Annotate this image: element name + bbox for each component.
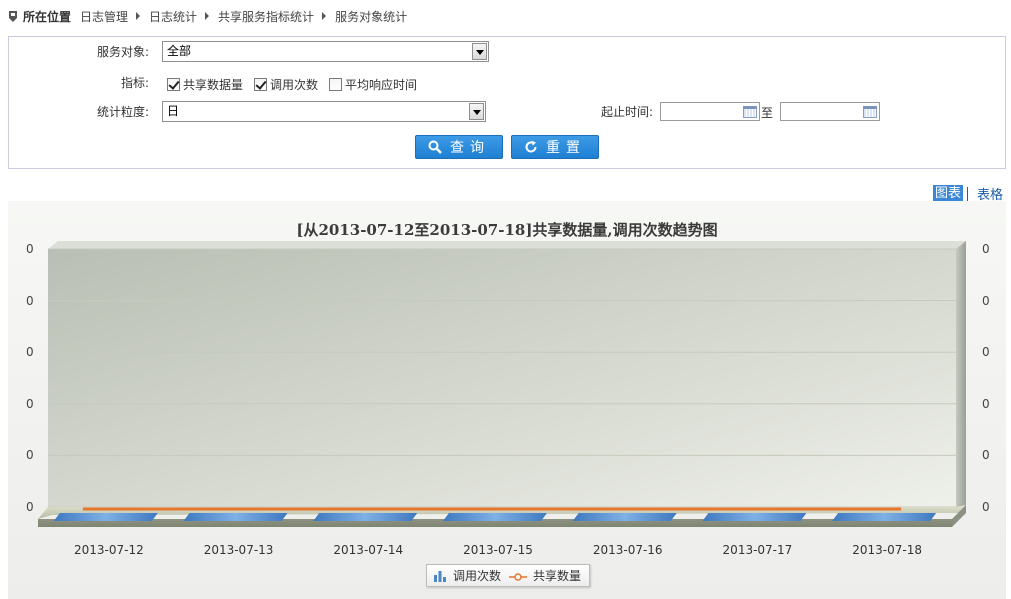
checkbox-avg-response-time[interactable] <box>329 77 343 91</box>
checkbox-shared-data-volume[interactable] <box>167 77 180 91</box>
granularity-label: 统计粒度: <box>96 105 149 119</box>
end-date-input[interactable] <box>780 102 880 121</box>
chart-top-edge <box>48 241 966 249</box>
query-button-label: 查询 <box>450 140 490 156</box>
legend-item-shared-count[interactable]: 共享数量 <box>509 567 581 584</box>
legend-label-call-count: 调用次数 <box>453 569 502 583</box>
tab-chart[interactable]: 图表 <box>932 185 963 202</box>
y-tick-label-left: 0 <box>26 293 34 308</box>
chevron-right-icon <box>322 12 327 20</box>
y-tick-label-left: 0 <box>26 500 34 514</box>
chart-canvas-3d <box>48 241 966 513</box>
checkbox-call-count[interactable] <box>254 77 268 91</box>
service-object-value: 全部 <box>167 44 192 58</box>
x-tick-label: 2013-07-14 <box>333 543 404 557</box>
indicator-avg-response-time[interactable]: 平均响应时间 <box>329 76 417 93</box>
breadcrumb-head: 所在位置 <box>23 9 72 24</box>
filter-form: 服务对象: 全部 指标: 共享数据量 调用次数 平均响应时间 统计粒度: 日 起… <box>8 36 1006 169</box>
calendar-icon[interactable] <box>743 106 757 118</box>
calendar-icon[interactable] <box>863 106 877 118</box>
indicator-call-count[interactable]: 调用次数 <box>254 76 318 93</box>
trend-chart: [从2013-07-12至2013-07-18]共享数据量,调用次数趋势图 0 … <box>8 201 1006 599</box>
bar-2013-07-12[interactable] <box>53 513 158 521</box>
y-tick-label-right: 0 <box>982 396 990 411</box>
y-tick-label-left: 0 <box>26 396 34 411</box>
granularity-select[interactable]: 日 <box>162 101 486 122</box>
x-tick-label: 2013-07-17 <box>722 543 793 557</box>
x-tick-label: 2013-07-16 <box>592 543 663 557</box>
y-tick-label-right: 0 <box>982 448 990 463</box>
reset-button[interactable]: 重置 <box>511 135 599 159</box>
bar-2013-07-14[interactable] <box>313 513 418 521</box>
indicator-shared-data-volume-label: 共享数据量 <box>183 77 244 92</box>
bar-2013-07-16[interactable] <box>572 513 677 521</box>
tab-divider <box>966 186 968 201</box>
time-range-label: 起止时间: <box>600 105 653 119</box>
service-object-select[interactable]: 全部 <box>162 41 489 62</box>
chart-side-wall <box>956 241 966 513</box>
indicator-shared-data-volume[interactable]: 共享数据量 <box>167 76 243 93</box>
x-tick-label: 2013-07-13 <box>203 543 274 557</box>
chevron-down-icon[interactable] <box>469 103 484 120</box>
breadcrumb-item-service-object-stats: 服务对象统计 <box>335 9 408 24</box>
y-tick-label-left: 0 <box>26 448 34 463</box>
start-date-input[interactable] <box>660 102 760 121</box>
refresh-icon <box>524 140 538 154</box>
to-label: 至 <box>760 106 773 120</box>
chart-back-wall <box>48 249 956 507</box>
query-button[interactable]: 查询 <box>415 135 503 159</box>
indicator-call-count-label: 调用次数 <box>270 77 319 92</box>
indicator-checkbox-group: 共享数据量 调用次数 平均响应时间 <box>167 75 428 93</box>
breadcrumb-item-log-management[interactable]: 日志管理 <box>80 8 128 25</box>
chart-plot <box>38 241 966 527</box>
granularity-value: 日 <box>167 104 180 118</box>
service-object-label: 服务对象: <box>96 45 149 59</box>
chevron-right-icon <box>136 12 141 20</box>
bar-2013-07-13[interactable] <box>183 513 288 521</box>
y-tick-label-left: 0 <box>26 242 34 256</box>
indicator-avg-response-time-label: 平均响应时间 <box>345 77 418 92</box>
chevron-down-icon[interactable] <box>472 43 487 60</box>
y-tick-label-right: 0 <box>982 242 990 256</box>
breadcrumb-item-service-indicator-stats[interactable]: 共享服务指标统计 <box>218 8 314 25</box>
y-tick-label-right: 0 <box>982 345 990 360</box>
chart-legend: 调用次数 共享数量 <box>426 564 590 587</box>
y-tick-label-left: 0 <box>26 345 34 360</box>
breadcrumb-item-log-statistics[interactable]: 日志统计 <box>149 8 197 25</box>
legend-label-shared-count: 共享数量 <box>533 569 582 583</box>
legend-item-call-count[interactable]: 调用次数 <box>433 567 501 584</box>
bar-2013-07-17[interactable] <box>702 513 807 521</box>
chevron-right-icon <box>205 12 210 20</box>
bar-chart-icon <box>433 570 447 582</box>
x-tick-label: 2013-07-12 <box>73 543 144 557</box>
search-icon <box>428 140 442 154</box>
line-chart-icon <box>509 571 527 581</box>
y-tick-label-right: 0 <box>982 500 990 514</box>
breadcrumb: 所在位置 日志管理 日志统计 共享服务指标统计 服务对象统计 <box>8 7 410 25</box>
location-pin-icon <box>8 10 18 23</box>
indicator-label: 指标: <box>120 76 149 90</box>
y-tick-label-right: 0 <box>982 293 990 308</box>
reset-button-label: 重置 <box>546 140 586 156</box>
bar-2013-07-18[interactable] <box>832 513 937 521</box>
x-tick-label: 2013-07-18 <box>852 543 923 557</box>
x-tick-label: 2013-07-15 <box>463 543 533 557</box>
bar-2013-07-15[interactable] <box>443 513 547 521</box>
